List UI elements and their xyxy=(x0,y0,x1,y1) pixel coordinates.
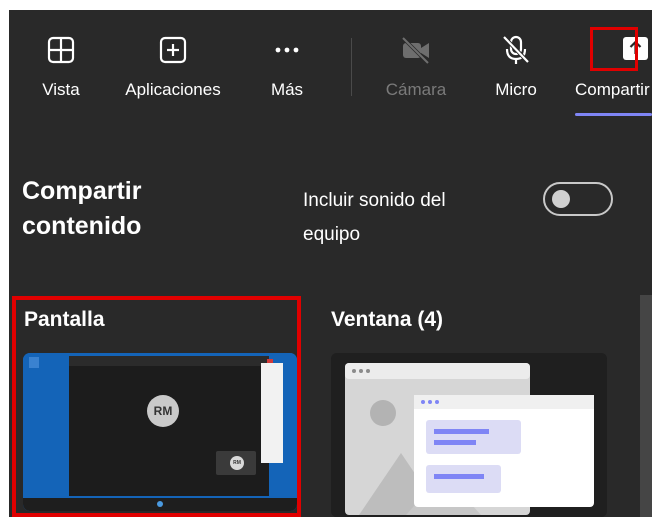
share-active-indicator xyxy=(575,113,652,116)
screen-share-thumbnail[interactable]: RM RM xyxy=(23,353,297,511)
meeting-toolbar: Vista Aplicaciones Más Cámara Micro Comp… xyxy=(9,10,652,122)
screen-option-title: Pantalla xyxy=(24,308,105,331)
share-content-title: Compartir contenido xyxy=(22,177,142,240)
toggle-knob xyxy=(552,190,570,208)
apps-button[interactable]: Aplicaciones xyxy=(116,10,230,122)
share-highlight-box xyxy=(590,27,638,71)
scrollbar[interactable] xyxy=(640,295,652,517)
toolbar-divider xyxy=(351,38,352,96)
window-illustration xyxy=(331,353,607,517)
mini-avatar: RM xyxy=(230,456,244,470)
view-button[interactable]: Vista xyxy=(28,10,94,122)
more-button[interactable]: Más xyxy=(257,10,317,122)
teams-share-panel: Vista Aplicaciones Más Cámara Micro Comp… xyxy=(9,10,652,517)
camera-label: Cámara xyxy=(385,80,447,99)
add-app-icon xyxy=(157,34,189,66)
mic-button[interactable]: Micro xyxy=(483,10,549,122)
desktop-preview xyxy=(23,353,297,511)
include-sound-toggle[interactable] xyxy=(543,182,613,216)
window-option-title: Ventana (4) xyxy=(331,308,444,331)
include-sound-label: Incluir sonido del equipo xyxy=(303,190,446,245)
window-share-thumbnail[interactable] xyxy=(331,353,607,517)
share-label: Compartir xyxy=(575,80,650,99)
avatar: RM xyxy=(147,395,179,427)
mic-label: Micro xyxy=(495,80,537,99)
view-label: Vista xyxy=(42,80,80,99)
grid-layout-icon xyxy=(45,34,77,66)
camera-off-icon xyxy=(400,34,432,66)
camera-button[interactable]: Cámara xyxy=(377,10,455,122)
self-view-tile: RM xyxy=(216,451,256,475)
apps-label: Aplicaciones xyxy=(125,80,221,99)
mic-off-icon xyxy=(500,34,532,66)
more-dots-icon xyxy=(271,34,303,66)
more-label: Más xyxy=(270,80,304,99)
